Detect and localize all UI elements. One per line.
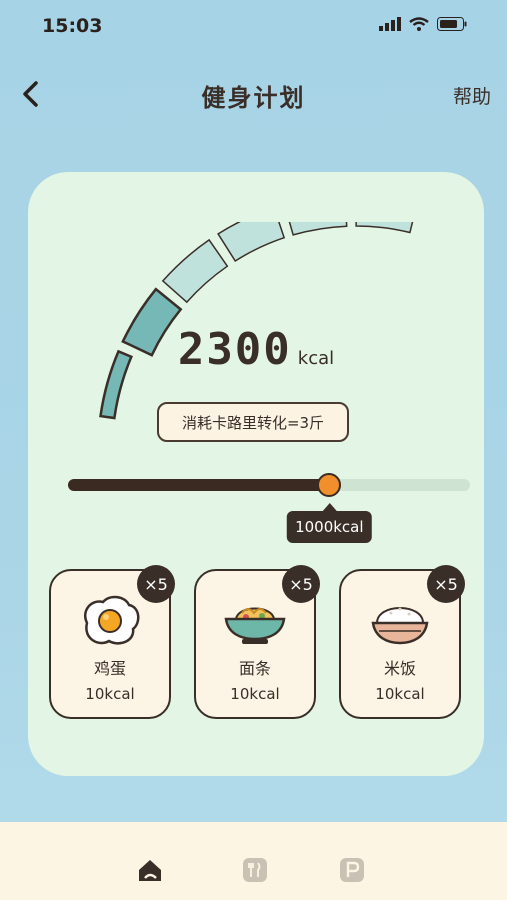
food-card-noodles[interactable]: 面条 10kcal ×5 bbox=[194, 565, 320, 719]
tab-bar bbox=[0, 822, 507, 900]
help-button[interactable]: 帮助 bbox=[453, 82, 491, 109]
calorie-gauge bbox=[99, 222, 414, 420]
nav-bar: 健身计划 帮助 bbox=[0, 68, 507, 122]
fried-egg-icon bbox=[84, 595, 140, 645]
food-kcal: 10kcal bbox=[375, 685, 425, 703]
main-card: 2300 kcal 消耗卡路里转化=3斤 1000kcal 鸡蛋 10kcal ×… bbox=[28, 172, 484, 776]
food-list: 鸡蛋 10kcal ×5 面条 10kcal ×5 米饭 10kcal ×5 bbox=[49, 565, 469, 721]
calorie-slider[interactable] bbox=[68, 473, 470, 497]
food-count-badge: ×5 bbox=[282, 565, 320, 603]
food-name: 米饭 bbox=[383, 659, 416, 678]
slider-thumb[interactable] bbox=[317, 473, 342, 497]
rice-bowl-icon bbox=[371, 607, 429, 645]
gauge-segment bbox=[161, 238, 229, 304]
slider-fill bbox=[68, 479, 330, 491]
kcal-value: 2300 bbox=[177, 324, 292, 375]
page-title: 健身计划 bbox=[201, 84, 306, 112]
conversion-pill: 消耗卡路里转化=3斤 bbox=[157, 402, 349, 442]
food-kcal: 10kcal bbox=[230, 685, 280, 703]
food-count-badge: ×5 bbox=[137, 565, 175, 603]
noodle-bowl-icon bbox=[224, 607, 286, 644]
food-count-badge: ×5 bbox=[427, 565, 465, 603]
kcal-unit: kcal bbox=[297, 348, 335, 369]
status-bar: 15:03 bbox=[0, 0, 507, 56]
kcal-readout: 2300 kcal bbox=[28, 324, 484, 375]
food-card-egg[interactable]: 鸡蛋 10kcal ×5 bbox=[49, 565, 175, 719]
status-time: 15:03 bbox=[42, 15, 103, 37]
slider-value-tooltip: 1000kcal bbox=[287, 503, 372, 543]
fork-knife-icon[interactable] bbox=[241, 856, 269, 884]
food-card-rice[interactable]: 米饭 10kcal ×5 bbox=[339, 565, 465, 719]
food-kcal: 10kcal bbox=[85, 685, 135, 703]
battery-icon bbox=[437, 17, 467, 31]
signal-icon bbox=[379, 17, 401, 31]
gauge-segment bbox=[217, 222, 286, 263]
food-name: 面条 bbox=[238, 659, 271, 678]
food-name: 鸡蛋 bbox=[93, 659, 126, 678]
conversion-text: 消耗卡路里转化=3斤 bbox=[181, 413, 325, 432]
status-icons bbox=[379, 17, 467, 31]
wifi-icon bbox=[409, 17, 429, 31]
gauge-segment bbox=[355, 222, 414, 234]
home-icon[interactable] bbox=[136, 856, 164, 884]
gauge-segment bbox=[288, 222, 348, 236]
parking-icon[interactable] bbox=[338, 856, 366, 884]
